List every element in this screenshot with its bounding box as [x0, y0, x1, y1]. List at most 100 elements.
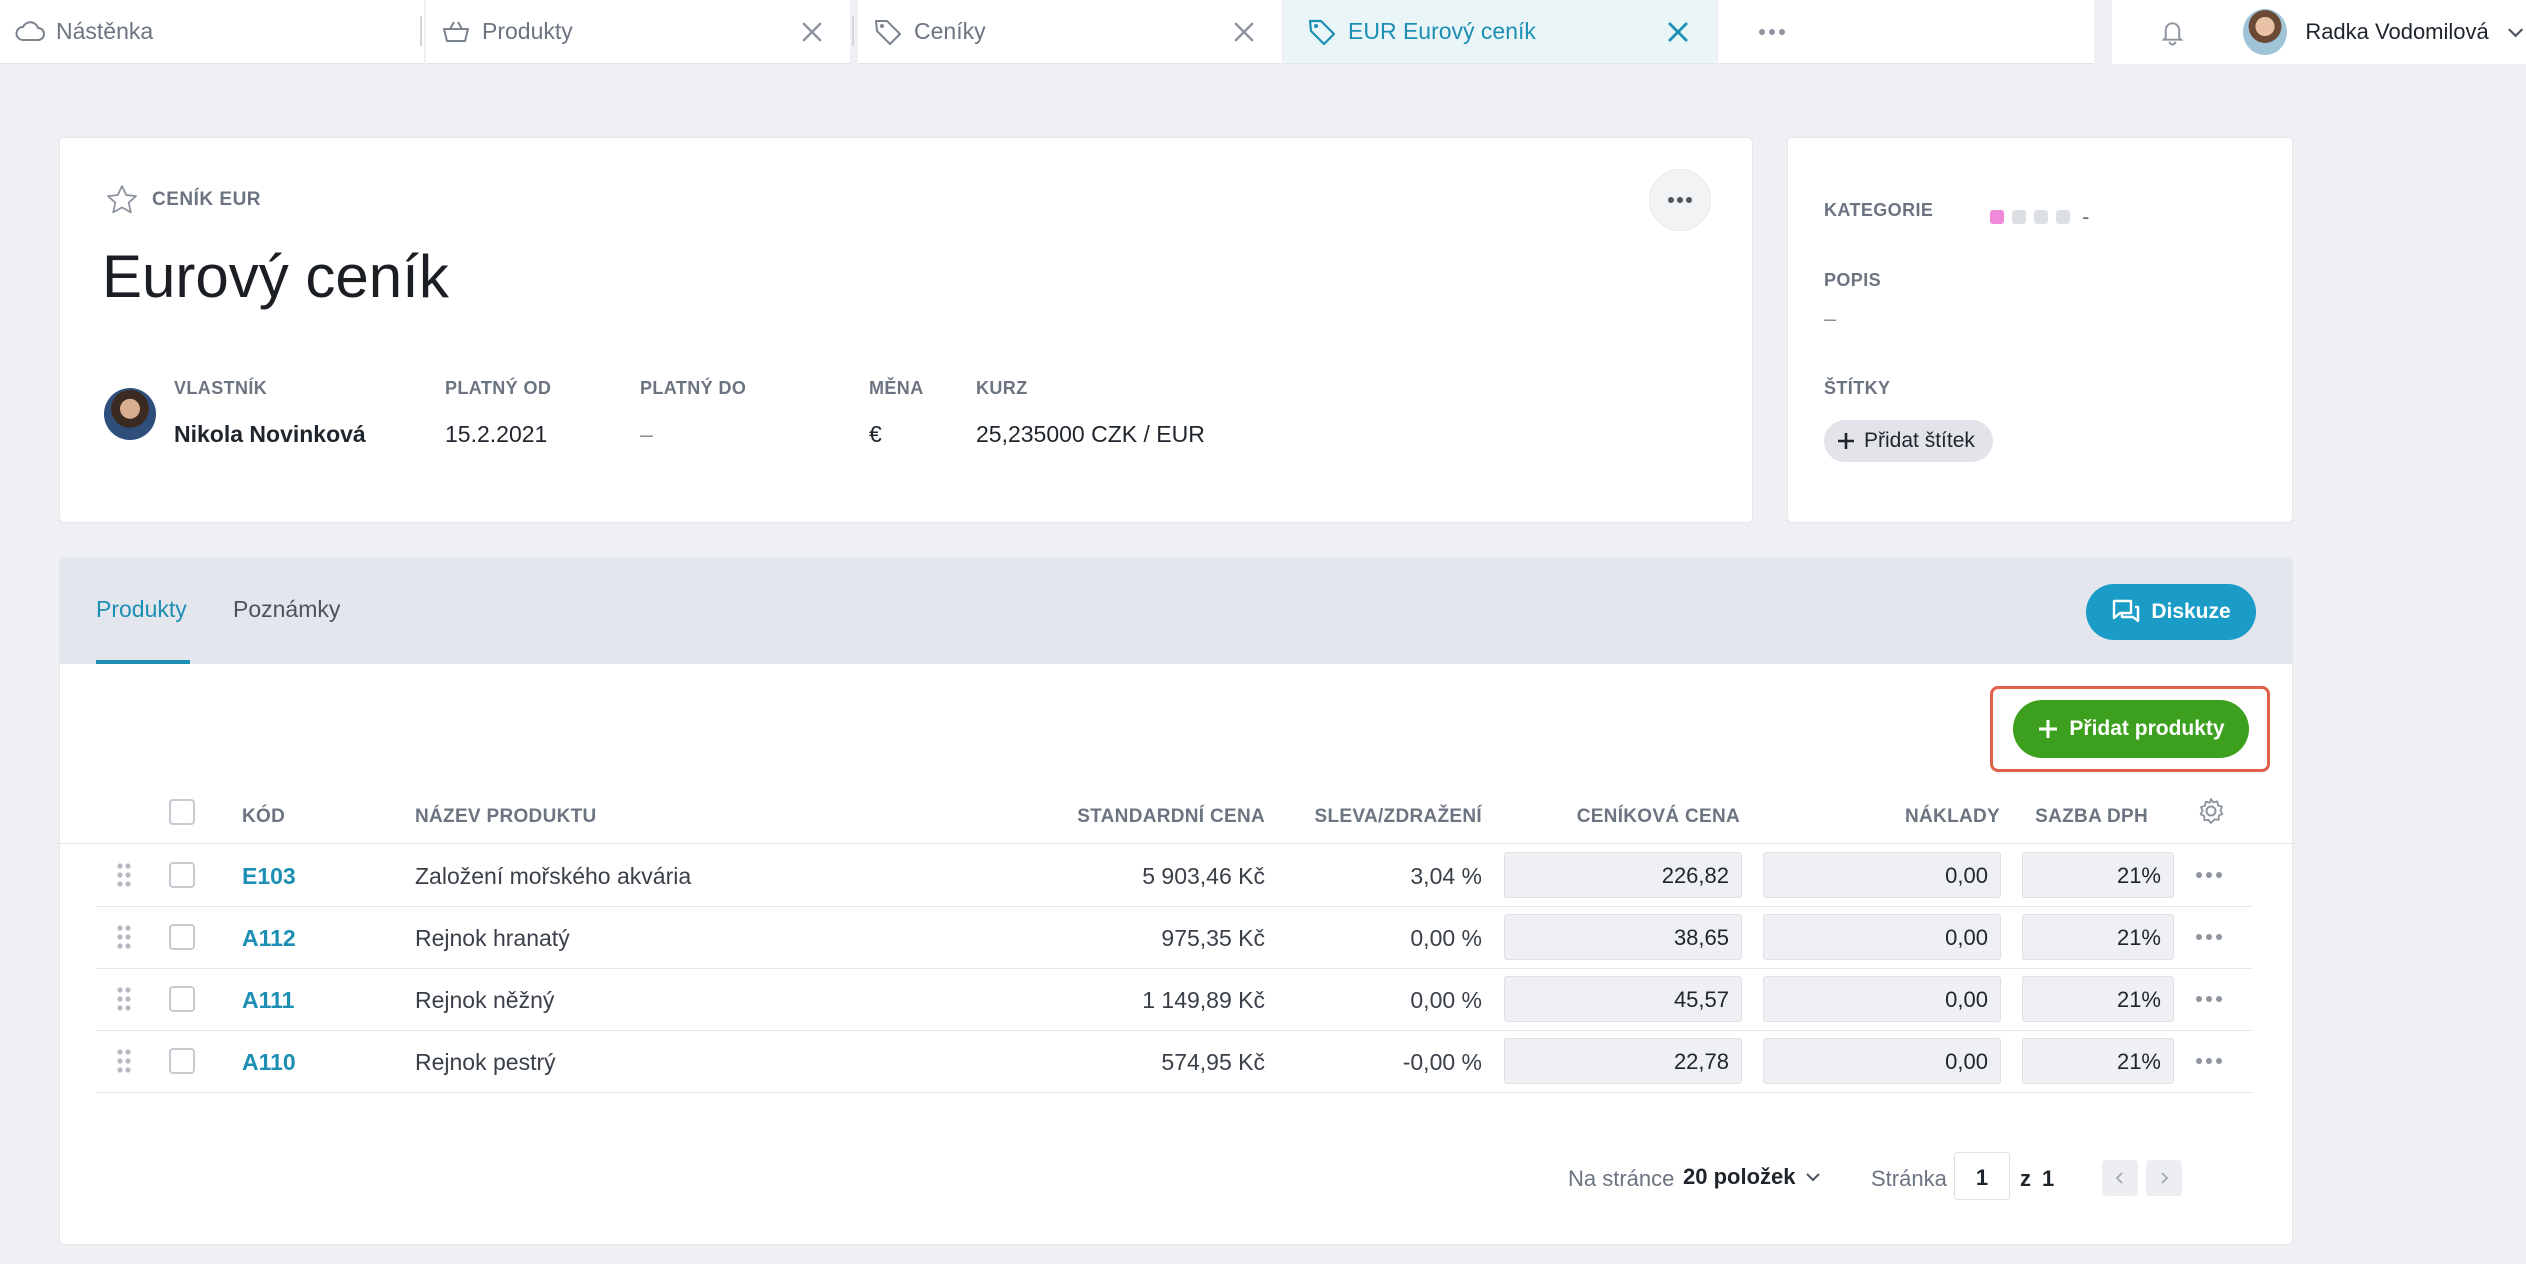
select-all-checkbox[interactable] [169, 799, 195, 825]
list-price-input[interactable]: 45,57 [1504, 976, 1742, 1022]
add-tag-label: Přidat štítek [1864, 429, 1975, 452]
list-price-input[interactable]: 38,65 [1504, 914, 1742, 960]
discount-value: 0,00 % [1410, 925, 1482, 951]
table-row[interactable]: A110 Rejnok pestrý 574,95 Kč -0,00 % 22,78 0,… [60, 1031, 2292, 1093]
page-label: Stránka [1871, 1166, 1947, 1191]
costs-input[interactable]: 0,00 [1763, 1038, 2001, 1084]
tab-more[interactable] [1718, 0, 2094, 64]
row-checkbox[interactable] [169, 924, 195, 950]
prev-page-button[interactable] [2102, 1160, 2138, 1196]
ellipsis-icon[interactable] [2194, 989, 2224, 1009]
costs-input[interactable]: 0,00 [1763, 914, 2001, 960]
row-checkbox[interactable] [169, 986, 195, 1012]
pagination: Na stránce 20 položek Stránka 1 z 1 [60, 1152, 2292, 1202]
close-icon[interactable] [1662, 16, 1694, 48]
next-page-button[interactable] [2146, 1160, 2182, 1196]
valid-to-label: PLATNÝ DO [640, 378, 747, 398]
product-name: Rejnok něžný [415, 987, 555, 1013]
total-pages: 1 [2042, 1166, 2055, 1191]
tab-nastenka[interactable]: Nástěnka [0, 0, 424, 64]
record-more-button[interactable] [1650, 170, 1710, 230]
column-list-price[interactable]: CENÍKOVÁ CENA [1490, 806, 1740, 828]
list-price-input[interactable]: 226,82 [1504, 852, 1742, 898]
settings-icon[interactable] [2196, 796, 2226, 826]
add-products-button[interactable]: Přidat produkty [2013, 700, 2249, 758]
tab-products[interactable]: Produkty [96, 596, 187, 623]
category-selector[interactable]: - [1990, 204, 2089, 230]
ellipsis-icon [1668, 197, 1692, 203]
tab-label: Nástěnka [56, 18, 154, 44]
plus-icon [1838, 433, 1854, 449]
per-page-select[interactable]: 20 položek [1683, 1164, 1823, 1190]
drag-handle-icon[interactable] [116, 986, 132, 1012]
tab-bar: Nástěnka Produkty Ceníky EUR Eurový cení… [0, 0, 2526, 64]
close-icon[interactable] [1228, 16, 1260, 48]
bell-icon[interactable] [2158, 17, 2187, 47]
vat-input[interactable]: 21% [2022, 1038, 2174, 1084]
owner-field: VLASTNÍK Nikola Novinková [174, 378, 366, 448]
vat-input[interactable]: 21% [2022, 914, 2174, 960]
plus-icon [2039, 720, 2058, 738]
column-name[interactable]: NÁZEV PRODUKTU [415, 806, 597, 828]
discussion-button[interactable]: Diskuze [2086, 584, 2256, 640]
table-row[interactable]: A111 Rejnok něžný 1 149,89 Kč 0,00 % 45,57 0,… [60, 969, 2292, 1031]
drag-handle-icon[interactable] [116, 862, 132, 888]
chevron-down-icon[interactable] [2505, 21, 2526, 43]
costs-input[interactable]: 0,00 [1763, 852, 2001, 898]
category-color-empty[interactable] [2034, 210, 2048, 224]
column-costs[interactable]: NÁKLADY [1760, 806, 2000, 828]
avatar[interactable] [2242, 9, 2288, 55]
category-color-pink[interactable] [1990, 210, 2004, 224]
star-icon[interactable] [104, 182, 140, 218]
product-code[interactable]: A110 [242, 1049, 296, 1076]
drag-handle-icon[interactable] [116, 1048, 132, 1074]
record-side-card: KATEGORIE - POPIS – ŠTÍTKY Přidat štítek [1788, 138, 2292, 522]
valid-from-value: 15.2.2021 [445, 421, 548, 447]
description-value[interactable]: – [1824, 306, 1836, 332]
user-menu[interactable]: Radka Vodomilová [2112, 0, 2526, 64]
table-row[interactable]: A112 Rejnok hranatý 975,35 Kč 0,00 % 38,65 0,… [60, 907, 2292, 969]
tab-ceniky[interactable]: Ceníky [858, 0, 1282, 64]
category-value: - [2082, 204, 2090, 229]
ellipsis-icon[interactable] [2194, 865, 2224, 885]
product-code[interactable]: A112 [242, 925, 296, 952]
tag-icon [875, 19, 901, 45]
owner-name[interactable]: Nikola Novinková [174, 421, 366, 448]
owner-label: VLASTNÍK [174, 378, 268, 398]
column-discount[interactable]: SLEVA/ZDRAŽENÍ [1280, 806, 1482, 828]
category-color-empty[interactable] [2012, 210, 2026, 224]
valid-from-field: PLATNÝ OD 15.2.2021 [445, 378, 551, 448]
row-checkbox[interactable] [169, 1048, 195, 1074]
product-code[interactable]: A111 [242, 987, 294, 1014]
tab-notes[interactable]: Poznámky [233, 596, 340, 623]
discount-value: 3,04 % [1410, 863, 1482, 889]
description-label: POPIS [1824, 270, 1882, 290]
tab-label: Ceníky [914, 18, 986, 44]
discussion-label: Diskuze [2151, 600, 2231, 623]
record-type-label: CENÍK EUR [152, 189, 262, 210]
column-std-price[interactable]: STANDARDNÍ CENA [1060, 806, 1265, 828]
column-vat[interactable]: SAZBA DPH [2020, 806, 2148, 828]
tab-produkty[interactable]: Produkty [426, 0, 850, 64]
valid-to-field: PLATNÝ DO – [640, 378, 746, 448]
owner-avatar[interactable] [104, 388, 156, 440]
tag-icon [1308, 19, 1336, 45]
category-color-empty[interactable] [2056, 210, 2070, 224]
list-price-input[interactable]: 22,78 [1504, 1038, 1742, 1084]
drag-handle-icon[interactable] [116, 924, 132, 950]
page-number-input[interactable]: 1 [1954, 1152, 2010, 1200]
ellipsis-icon[interactable] [2194, 927, 2224, 947]
tab-eur-ceník[interactable]: EUR Eurový ceník [1284, 0, 1716, 64]
currency-label: MĚNA [869, 378, 924, 398]
costs-input[interactable]: 0,00 [1763, 976, 2001, 1022]
table-row[interactable]: E103 Založení mořského akvária 5 903,46 Kč… [60, 845, 2292, 907]
column-code[interactable]: KÓD [242, 806, 285, 828]
chevron-down-icon [1806, 1173, 1821, 1182]
vat-input[interactable]: 21% [2022, 852, 2174, 898]
vat-input[interactable]: 21% [2022, 976, 2174, 1022]
product-code[interactable]: E103 [242, 863, 296, 890]
ellipsis-icon[interactable] [2194, 1051, 2224, 1071]
close-icon[interactable] [796, 16, 828, 48]
add-tag-button[interactable]: Přidat štítek [1824, 420, 1993, 462]
row-checkbox[interactable] [169, 862, 195, 888]
